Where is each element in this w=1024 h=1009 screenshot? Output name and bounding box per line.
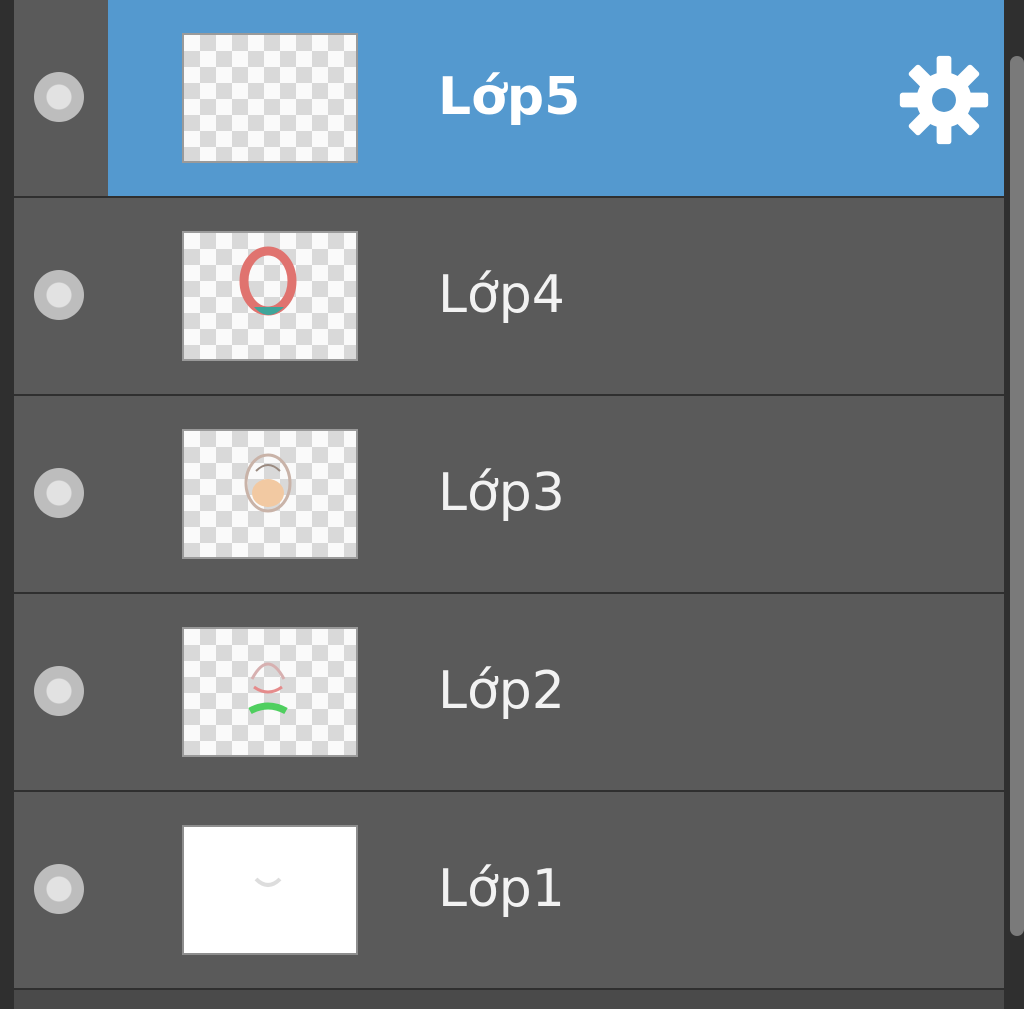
layer-thumbnail xyxy=(182,33,358,163)
gear-icon[interactable] xyxy=(898,54,990,146)
layer-name: Lớp1 xyxy=(438,859,565,919)
visibility-toggle-icon[interactable] xyxy=(34,72,84,122)
thumbnail-art xyxy=(248,662,288,715)
thumbnail-art xyxy=(239,246,297,316)
visibility-toggle-icon[interactable] xyxy=(34,468,84,518)
panel-bottom-edge xyxy=(14,990,1004,1009)
layer-row-5[interactable]: Lớp5 xyxy=(14,0,1004,196)
layer-thumbnail xyxy=(182,627,358,757)
layer-name: Lớp5 xyxy=(438,67,581,127)
layer-name: Lớp4 xyxy=(438,265,565,325)
layer-name: Lớp3 xyxy=(438,463,565,523)
visibility-toggle-icon[interactable] xyxy=(34,666,84,716)
thumbnail-art xyxy=(244,453,292,513)
visibility-toggle-icon[interactable] xyxy=(34,270,84,320)
layer-row-2[interactable]: Lớp2 xyxy=(14,594,1004,790)
thumbnail-art xyxy=(254,877,282,887)
layers-panel: Lớp5 Lớp4 Lớp3 Lớp2 Lớp1 xyxy=(0,0,1024,1009)
visibility-toggle-icon[interactable] xyxy=(34,864,84,914)
layer-row-4[interactable]: Lớp4 xyxy=(14,198,1004,394)
layer-thumbnail xyxy=(182,231,358,361)
layer-thumbnail xyxy=(182,825,358,955)
layer-row-1[interactable]: Lớp1 xyxy=(14,792,1004,988)
layer-row-3[interactable]: Lớp3 xyxy=(14,396,1004,592)
scrollbar-thumb[interactable] xyxy=(1010,56,1024,936)
layer-thumbnail xyxy=(182,429,358,559)
layer-name: Lớp2 xyxy=(438,661,565,721)
